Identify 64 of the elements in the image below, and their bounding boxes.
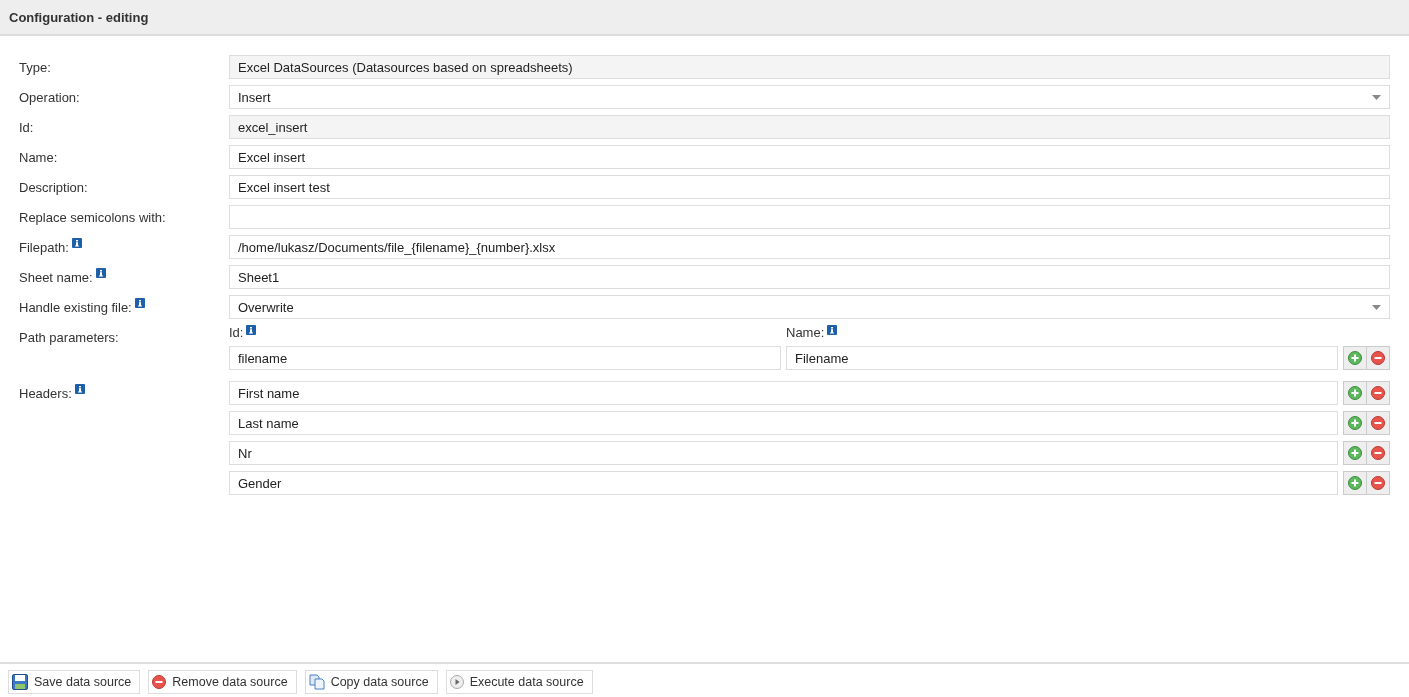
input-field[interactable]: Last name — [229, 411, 1338, 435]
input-field[interactable]: Filename — [786, 346, 1338, 370]
field-label: Path parameters: — [19, 329, 119, 345]
minus-icon — [1371, 386, 1385, 400]
add-button[interactable] — [1343, 381, 1367, 405]
plus-icon — [1348, 446, 1362, 460]
copy-icon — [308, 674, 325, 690]
info-icon[interactable] — [246, 325, 257, 335]
caret-icon — [1372, 94, 1381, 100]
remove-button[interactable] — [1366, 441, 1390, 465]
minus-icon — [1371, 351, 1385, 365]
field-label: Operation: — [19, 89, 80, 105]
field-label: Description: — [19, 179, 88, 195]
minus-icon — [1371, 416, 1385, 430]
input-field[interactable]: Nr — [229, 441, 1338, 465]
field-label: Handle existing file: — [19, 299, 132, 315]
add-button[interactable] — [1343, 346, 1367, 370]
dropdown[interactable]: Insert — [229, 85, 1390, 109]
column-label: Id: — [229, 325, 244, 340]
panel-title: Configuration - editing — [9, 9, 149, 25]
info-icon[interactable] — [74, 384, 85, 394]
info-icon[interactable] — [134, 298, 145, 308]
plus-icon — [1348, 476, 1362, 490]
plus-icon — [1348, 351, 1362, 365]
field-label: Id: — [19, 119, 34, 135]
toolbar-button[interactable]: Remove data source — [148, 670, 297, 694]
input-field[interactable]: Excel insert — [229, 145, 1390, 169]
input-field[interactable]: Gender — [229, 471, 1338, 495]
column-label: Name: — [786, 325, 825, 340]
field-label: Type: — [19, 59, 51, 75]
readonly-field: Excel DataSources (Datasources based on spreadsheets) — [229, 55, 1390, 79]
info-icon[interactable] — [827, 325, 838, 335]
toolbar-button[interactable]: Copy data source — [304, 670, 438, 694]
remove-button[interactable] — [1366, 346, 1390, 370]
minus-icon — [1371, 446, 1385, 460]
plus-icon — [1348, 386, 1362, 400]
minus-icon — [152, 675, 167, 689]
minus-icon — [1371, 476, 1385, 490]
field-label: Name: — [19, 149, 58, 165]
remove-button[interactable] — [1366, 471, 1390, 495]
toolbar-button[interactable]: Execute data source — [445, 670, 593, 694]
add-button[interactable] — [1343, 441, 1367, 465]
add-button[interactable] — [1343, 471, 1367, 495]
input-field[interactable]: filename — [229, 346, 781, 370]
field-label: Replace semicolons with: — [19, 209, 166, 225]
input-field[interactable]: Excel insert test — [229, 175, 1390, 199]
info-icon[interactable] — [71, 238, 82, 248]
input-field[interactable] — [229, 205, 1390, 229]
plus-icon — [1348, 416, 1362, 430]
play-icon — [449, 675, 464, 689]
field-label: Sheet name: — [19, 269, 93, 285]
info-icon[interactable] — [95, 268, 106, 278]
toolbar-button[interactable]: Save data source — [8, 670, 141, 694]
input-field[interactable]: /home/lukasz/Documents/file_{filename}_{number}.xlsx — [229, 235, 1390, 259]
input-field[interactable]: First name — [229, 381, 1338, 405]
input-field[interactable]: Sheet1 — [229, 265, 1390, 289]
remove-button[interactable] — [1366, 381, 1390, 405]
field-label: Filepath: — [19, 239, 69, 255]
dropdown[interactable]: Overwrite — [229, 295, 1390, 319]
remove-button[interactable] — [1366, 411, 1390, 435]
field-label: Headers: — [19, 385, 72, 401]
caret-icon — [1372, 304, 1381, 310]
add-button[interactable] — [1343, 411, 1367, 435]
readonly-field: excel_insert — [229, 115, 1390, 139]
